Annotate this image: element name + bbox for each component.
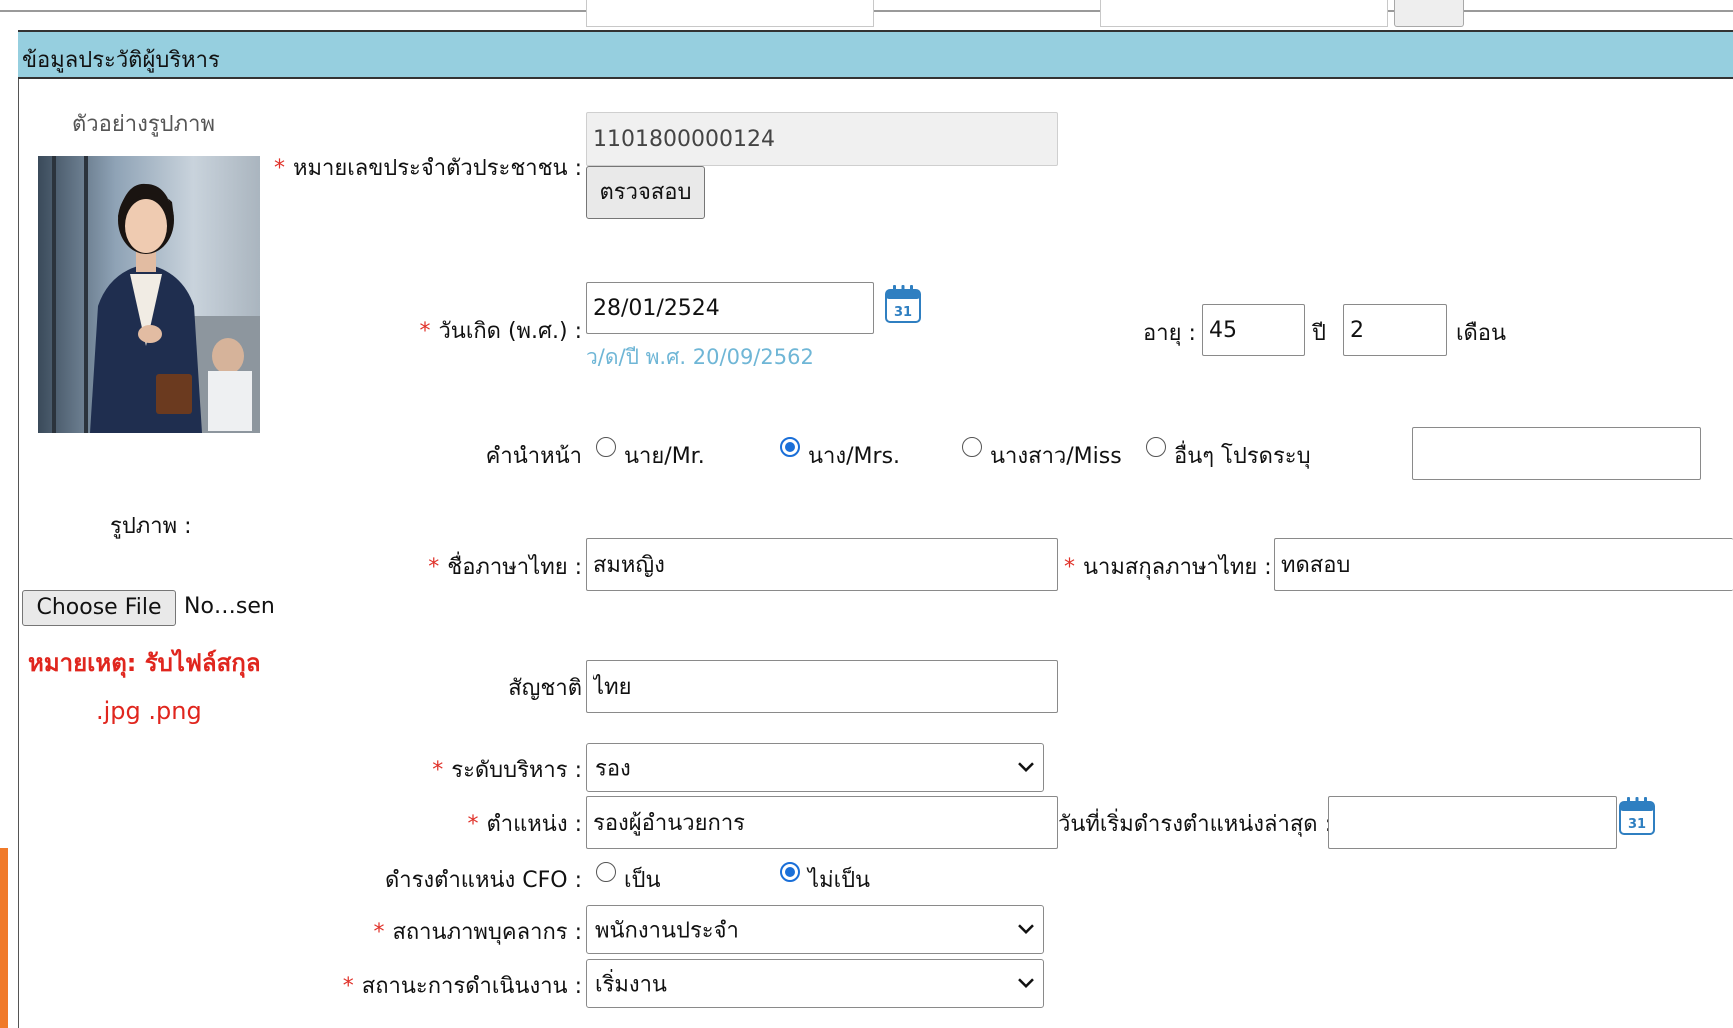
- cfo-label: ดำรงตำแหน่ง CFO :: [384, 868, 582, 893]
- last-name-label-text: นามสกุลภาษาไทย :: [1083, 555, 1272, 580]
- prefix-option-mrs: นาง/Mrs.: [808, 444, 901, 469]
- prefix-radio-mrs[interactable]: [780, 437, 800, 457]
- months-unit: เดือน: [1456, 321, 1507, 346]
- operation-status-label-text: สถานะการดำเนินงาน :: [361, 974, 582, 999]
- calendar-day-text: 31: [1628, 817, 1646, 832]
- calendar-icon[interactable]: 31: [1618, 796, 1656, 836]
- profile-photo-image: [38, 156, 260, 433]
- prefix-radio-other[interactable]: [1146, 437, 1166, 457]
- position-input[interactable]: [586, 796, 1058, 849]
- file-note-line1: หมายเหตุ: รับไฟล์สกุล: [28, 649, 261, 677]
- position-start-date-input[interactable]: [1328, 796, 1617, 849]
- first-name-label: * ชื่อภาษาไทย :: [380, 549, 582, 584]
- required-mark: *: [432, 758, 444, 783]
- position-label-text: ตำแหน่ง :: [486, 812, 582, 837]
- citizen-id-label-text: หมายเลขประจำตัวประชาชน :: [292, 156, 582, 181]
- citizen-id-input[interactable]: [586, 112, 1058, 166]
- position-start-date-label: วันที่เริ่มดำรงตำแหน่งล่าสุด :: [1058, 812, 1332, 837]
- top-button-stub: [1394, 0, 1464, 27]
- calendar-icon-graphic: 31: [1619, 797, 1655, 835]
- nationality-input[interactable]: [586, 660, 1058, 713]
- cfo-option-yes: เป็น: [624, 868, 661, 893]
- prefix-other-input[interactable]: [1412, 427, 1701, 480]
- required-mark: *: [419, 319, 431, 344]
- required-mark: *: [342, 974, 354, 999]
- photo-preview-label: ตัวอย่างรูปภาพ: [72, 112, 215, 137]
- management-level-label-text: ระดับบริหาร :: [451, 758, 582, 783]
- file-status-text: No…sen: [184, 594, 275, 619]
- age-years-input[interactable]: [1202, 304, 1305, 356]
- photo-preview: [38, 156, 260, 433]
- first-name-th-input[interactable]: [586, 538, 1058, 591]
- birthdate-hint: ว/ด/ปี พ.ศ. 20/09/2562: [586, 345, 814, 369]
- personnel-status-label: * สถานภาพบุคลากร :: [340, 914, 582, 949]
- operation-status-value: เริ่มงาน: [595, 972, 667, 997]
- operation-status-select[interactable]: เริ่มงาน: [586, 959, 1044, 1008]
- required-mark: *: [467, 812, 479, 837]
- chevron-down-icon: [1017, 970, 1035, 995]
- birthdate-label-text: วันเกิด (พ.ศ.) :: [438, 319, 582, 344]
- prefix-radio-miss[interactable]: [962, 437, 982, 457]
- prefix-option-miss: นางสาว/Miss: [990, 444, 1122, 469]
- required-mark: *: [428, 555, 440, 580]
- cfo-radio-no[interactable]: [780, 862, 800, 882]
- cfo-radio-yes[interactable]: [596, 862, 616, 882]
- chevron-down-icon: [1017, 754, 1035, 779]
- top-field-stub: [1100, 0, 1388, 27]
- management-level-select[interactable]: รอง: [586, 743, 1044, 792]
- required-mark: *: [273, 156, 285, 181]
- calendar-icon[interactable]: 31: [884, 284, 922, 324]
- prefix-option-mr: นาย/Mr.: [624, 444, 705, 469]
- last-name-th-input[interactable]: [1274, 538, 1733, 591]
- accent-bar: [0, 848, 8, 1028]
- prefix-option-other: อื่นๆ โปรดระบุ: [1174, 444, 1311, 469]
- required-mark: *: [373, 920, 385, 945]
- management-level-label: * ระดับบริหาร :: [380, 752, 582, 787]
- age-months-input[interactable]: [1343, 304, 1447, 356]
- cfo-option-no: ไม่เป็น: [808, 868, 871, 893]
- personnel-status-value: พนักงานประจำ: [595, 918, 739, 943]
- age-label: อายุ :: [1143, 321, 1196, 346]
- prefix-label: คำนำหน้า: [485, 444, 582, 469]
- years-unit: ปี: [1312, 321, 1326, 346]
- calendar-day-text: 31: [894, 305, 912, 320]
- personnel-status-label-text: สถานภาพบุคลากร :: [392, 920, 582, 945]
- panel-left-border: [18, 30, 19, 1028]
- required-mark: *: [1064, 555, 1075, 580]
- top-field-stub: [586, 0, 874, 27]
- last-name-label: * นามสกุลภาษาไทย :: [1064, 549, 1272, 584]
- photo-field-label: รูปภาพ :: [110, 514, 192, 539]
- first-name-label-text: ชื่อภาษาไทย :: [447, 555, 582, 580]
- citizen-id-label: * หมายเลขประจำตัวประชาชน :: [270, 150, 582, 185]
- check-citizen-id-button[interactable]: ตรวจสอบ: [586, 166, 705, 219]
- birthdate-input[interactable]: [586, 282, 874, 334]
- choose-file-button[interactable]: Choose File: [22, 590, 176, 626]
- nationality-label: สัญชาติ: [508, 676, 582, 701]
- management-level-value: รอง: [595, 756, 631, 781]
- operation-status-label: * สถานะการดำเนินงาน :: [300, 968, 582, 1003]
- birthdate-label: * วันเกิด (พ.ศ.) :: [380, 313, 582, 348]
- section-header: ข้อมูลประวัติผู้บริหาร: [18, 30, 1733, 79]
- prefix-radio-mr[interactable]: [596, 437, 616, 457]
- personnel-status-select[interactable]: พนักงานประจำ: [586, 905, 1044, 954]
- file-note-line2: .jpg .png: [96, 697, 202, 725]
- chevron-down-icon: [1017, 916, 1035, 941]
- section-title: ข้อมูลประวัติผู้บริหาร: [22, 48, 220, 73]
- position-label: * ตำแหน่ง :: [380, 806, 582, 841]
- calendar-icon-graphic: 31: [885, 285, 921, 323]
